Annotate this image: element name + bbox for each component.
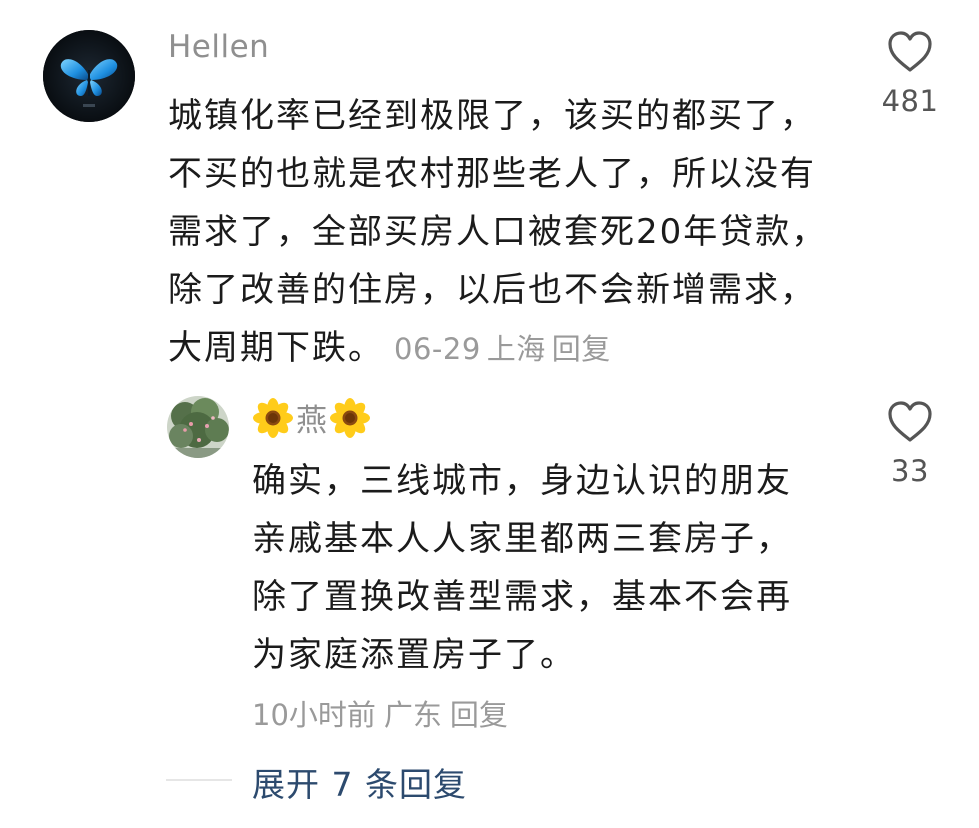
- sunflower-icon: [330, 397, 370, 438]
- expand-replies-button[interactable]: 展开 7 条回复: [252, 758, 467, 806]
- reply-button[interactable]: 回复: [552, 332, 611, 366]
- username-hellen[interactable]: Hellen: [168, 29, 269, 65]
- comment-text-reply: 确实，三线城市，身边认识的朋友亲戚基本人人家里都两三套房子，除了置换改善型需求，…: [252, 461, 792, 675]
- like-count: 33: [891, 454, 929, 488]
- username-text: 燕: [296, 403, 327, 439]
- comment-date: 06-29: [394, 332, 481, 366]
- comment-meta: 06-29 上海 回复: [384, 332, 611, 366]
- heart-icon: [888, 401, 932, 442]
- butterfly-avatar-icon: [43, 30, 135, 122]
- reply-time: 10小时前: [252, 698, 376, 732]
- comment-body: 城镇化率已经到极限了，该买的都买了，不买的也就是农村那些老人了，所以没有需求了，…: [168, 96, 828, 368]
- reply-location: 广东: [383, 698, 442, 732]
- avatar-hellen[interactable]: [43, 30, 135, 122]
- like-count: 481: [881, 84, 939, 118]
- comment-text-main: 城镇化率已经到极限了，该买的都买了，不买的也就是农村那些老人了，所以没有需求了，…: [168, 87, 828, 378]
- heart-icon: [888, 31, 932, 72]
- username-yan[interactable]: 燕: [252, 395, 371, 440]
- divider: [166, 779, 232, 781]
- like-button-reply[interactable]: 33: [880, 400, 940, 488]
- like-button-main[interactable]: 481: [880, 30, 940, 118]
- reply-meta: 10小时前 广东 回复: [252, 692, 516, 734]
- tree-avatar-icon: [167, 396, 229, 458]
- sunflower-icon: [253, 397, 293, 438]
- comment-location: 上海: [486, 332, 546, 366]
- reply-button[interactable]: 回复: [450, 698, 508, 732]
- avatar-yan[interactable]: [167, 396, 229, 458]
